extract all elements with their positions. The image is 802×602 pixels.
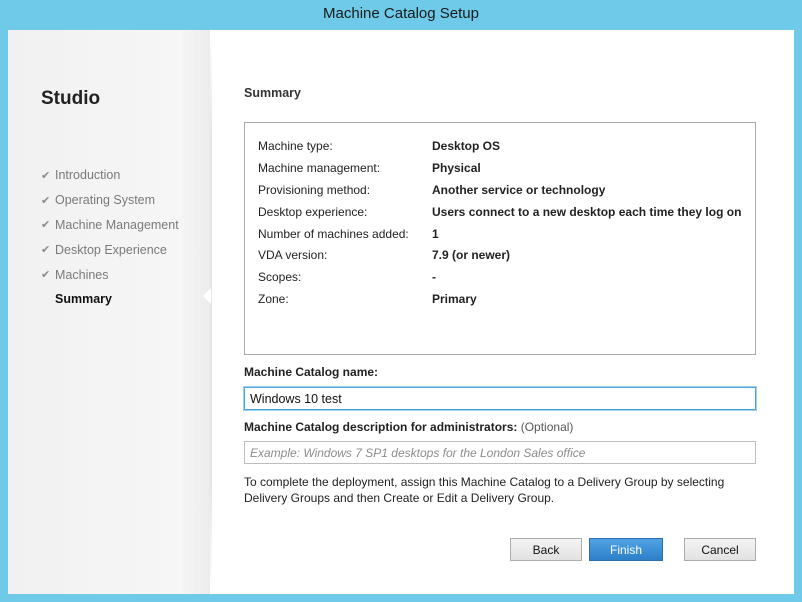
finish-button[interactable]: Finish	[589, 538, 663, 561]
summary-key: Provisioning method:	[258, 182, 371, 197]
step-machines[interactable]: ✔ Machines	[41, 262, 179, 287]
summary-row-provisioning-method: Provisioning method: Another service or …	[258, 179, 741, 201]
summary-value: Desktop OS	[432, 138, 501, 153]
summary-key: VDA version:	[258, 248, 328, 263]
step-label: Machine Management	[55, 217, 179, 232]
step-introduction[interactable]: ✔ Introduction	[41, 163, 179, 188]
app-name: Studio	[41, 88, 101, 109]
summary-value: Users connect to a new desktop each time…	[432, 204, 742, 219]
checkmark-icon: ✔	[41, 244, 51, 257]
summary-key: Machine management:	[258, 160, 381, 175]
summary-value: Another service or technology	[432, 182, 606, 197]
step-summary: Summary	[41, 287, 179, 312]
checkmark-icon: ✔	[41, 219, 51, 232]
checkmark-icon: ✔	[41, 169, 51, 182]
summary-key: Scopes:	[258, 270, 302, 285]
current-step-pointer	[203, 288, 211, 304]
summary-key: Zone:	[258, 292, 289, 307]
catalog-name-input[interactable]	[243, 386, 757, 411]
checkmark-icon: ✔	[41, 194, 51, 207]
description-label: Machine Catalog description for administ…	[244, 420, 573, 434]
back-button[interactable]: Back	[510, 538, 582, 561]
step-label: Summary	[55, 292, 112, 307]
wizard-steps: ✔ Introduction ✔ Operating System ✔ Mach…	[41, 163, 179, 312]
step-label: Desktop Experience	[55, 242, 167, 257]
summary-row-scopes: Scopes: -	[258, 266, 741, 288]
sidebar-divider	[210, 30, 212, 594]
summary-value: -	[432, 270, 436, 285]
step-label: Machines	[55, 267, 109, 282]
summary-row-machine-type: Machine type: Desktop OS	[258, 135, 741, 157]
step-desktop-experience[interactable]: ✔ Desktop Experience	[41, 237, 179, 262]
summary-row-desktop-experience: Desktop experience: Users connect to a n…	[258, 201, 741, 223]
summary-value: 7.9 (or newer)	[432, 248, 511, 263]
window-title: Machine Catalog Setup	[323, 5, 479, 22]
summary-row-machine-management: Machine management: Physical	[258, 157, 741, 179]
summary-value: Primary	[432, 292, 477, 307]
checkmark-icon: ✔	[41, 269, 51, 282]
step-label: Introduction	[55, 168, 121, 183]
summary-box: Machine type: Desktop OS Machine managem…	[244, 122, 756, 355]
dialog-client-area: Studio ✔ Introduction ✔ Operating System…	[8, 30, 794, 594]
summary-row-zone: Zone: Primary	[258, 288, 741, 310]
step-operating-system[interactable]: ✔ Operating System	[41, 188, 179, 213]
summary-value: Physical	[432, 160, 481, 175]
summary-table: Machine type: Desktop OS Machine managem…	[258, 135, 741, 310]
step-label: Operating System	[55, 193, 156, 208]
page-title: Summary	[244, 86, 301, 100]
step-machine-management[interactable]: ✔ Machine Management	[41, 213, 179, 238]
cancel-button[interactable]: Cancel	[684, 538, 756, 561]
summary-value: 1	[432, 226, 439, 241]
summary-key: Desktop experience:	[258, 204, 368, 219]
summary-row-machines-added: Number of machines added: 1	[258, 223, 741, 245]
catalog-name-label: Machine Catalog name:	[244, 365, 379, 379]
description-label-text: Machine Catalog description for administ…	[244, 420, 518, 434]
help-text: To complete the deployment, assign this …	[244, 475, 725, 505]
summary-row-vda-version: VDA version: 7.9 (or newer)	[258, 244, 741, 266]
summary-key: Number of machines added:	[258, 226, 409, 241]
dialog-window: Machine Catalog Setup Studio ✔ Introduct…	[0, 0, 802, 602]
optional-tag: (Optional)	[520, 420, 574, 434]
main-panel: Summary Machine type: Desktop OS Machine…	[243, 30, 784, 594]
summary-key: Machine type:	[258, 138, 333, 153]
description-input[interactable]	[244, 441, 756, 464]
wizard-sidebar: Studio ✔ Introduction ✔ Operating System…	[8, 30, 210, 594]
